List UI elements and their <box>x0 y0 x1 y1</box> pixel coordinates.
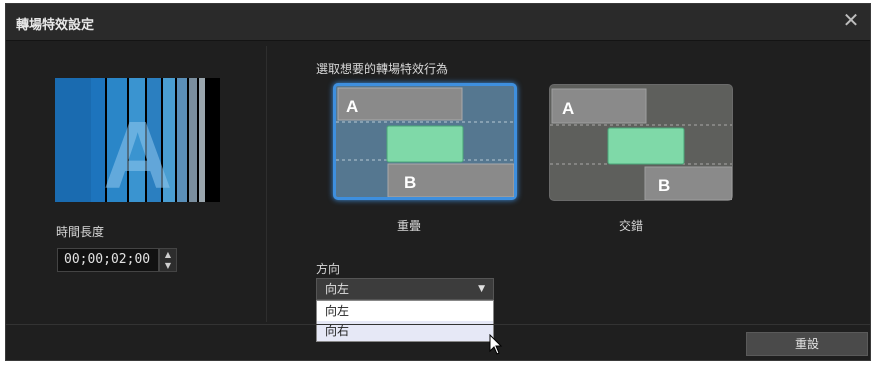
behavior-instruction: 選取想要的轉場特效行為 <box>316 62 449 76</box>
direction-selected-value: 向左 <box>325 282 350 296</box>
clip-b-label: B <box>658 176 670 195</box>
behavior-option-overlap-label: 重疊 <box>397 219 422 233</box>
dialog-title: 轉場特效設定 <box>16 18 95 33</box>
stepper-down-icon[interactable]: ▼ <box>160 260 176 271</box>
clip-b-label: B <box>404 173 416 192</box>
preview-letter: A <box>103 102 172 202</box>
direction-dropdown-list: 向左 向右 <box>316 300 494 342</box>
duration-label: 時間長度 <box>56 225 105 239</box>
close-icon[interactable]: ✕ <box>840 9 862 31</box>
direction-select[interactable]: 向左 ▼ <box>316 278 494 300</box>
title-bar: 轉場特效設定 ✕ <box>6 4 870 41</box>
direction-label: 方向 <box>316 262 341 276</box>
transition-settings-dialog: 轉場特效設定 ✕ A 時間長度 00;00;02;00 ▲ ▼ 選取想要的轉場特… <box>5 3 871 361</box>
chevron-down-icon: ▼ <box>478 284 485 294</box>
behavior-option-interleave-label: 交錯 <box>619 219 644 233</box>
direction-option-left[interactable]: 向左 <box>317 301 493 321</box>
clip-a-label: A <box>346 97 358 116</box>
duration-stepper[interactable]: ▲ ▼ <box>159 248 177 272</box>
reset-button[interactable]: 重設 <box>746 332 868 356</box>
stepper-up-icon[interactable]: ▲ <box>160 249 176 260</box>
behavior-option-overlap[interactable]: A B <box>333 83 517 200</box>
clip-a-label: A <box>562 99 574 118</box>
mouse-pointer-icon <box>489 333 503 360</box>
footer-divider <box>6 324 870 325</box>
transition-preview: A <box>55 78 220 209</box>
duration-timecode-input[interactable]: 00;00;02;00 <box>57 248 159 272</box>
panel-divider <box>266 46 267 322</box>
behavior-option-interleave[interactable]: A B <box>549 84 733 201</box>
